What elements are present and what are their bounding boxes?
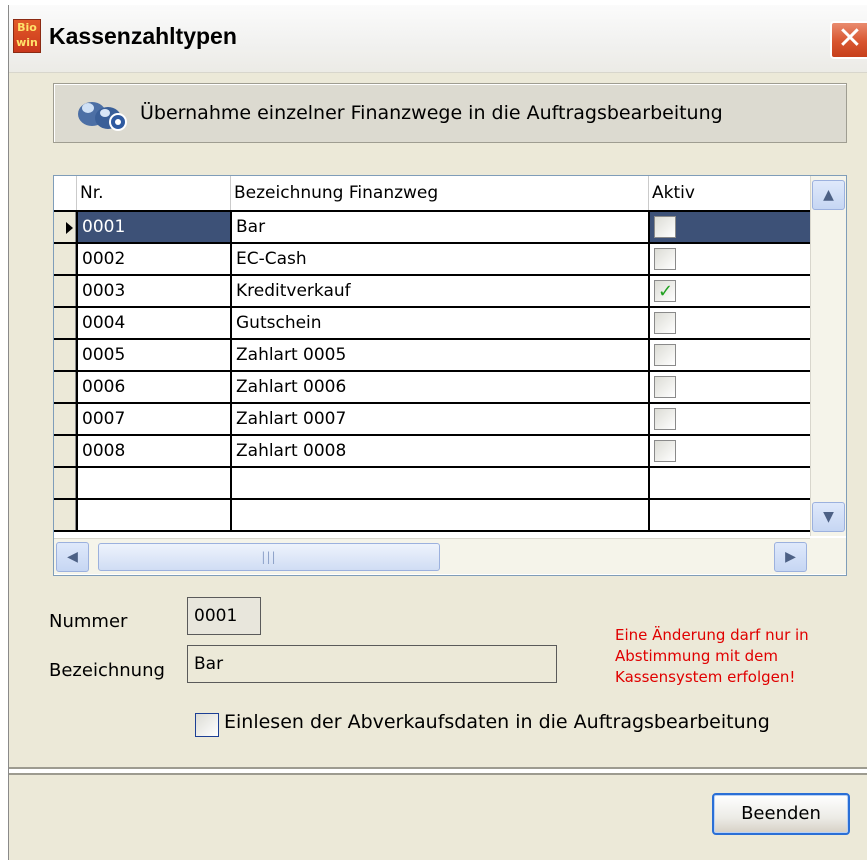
import-sales-checkbox-label[interactable]: Einlesen der Abverkaufsdaten in die Auft… [224,711,770,733]
cell-bezeichnung[interactable]: Zahlart 0008 [230,436,648,466]
cell-nr[interactable]: 0001 [76,212,230,242]
checkmark-icon: ✓ [658,281,674,302]
cell-aktiv[interactable] [648,340,810,370]
column-header-aktiv[interactable]: Aktiv [648,176,810,210]
cell-bezeichnung[interactable]: Zahlart 0005 [230,340,648,370]
column-header-bezeichnung[interactable]: Bezeichnung Finanzweg [230,176,648,210]
cell-nr[interactable]: 0008 [76,436,230,466]
table-row[interactable]: 0006 Zahlart 0006 [54,372,810,404]
cell-bezeichnung[interactable] [230,500,648,530]
cell-aktiv[interactable] [648,372,810,402]
row-indicator[interactable] [54,372,76,402]
aktiv-checkbox[interactable]: ✓ [654,280,676,302]
aktiv-checkbox[interactable] [654,344,676,366]
table-row[interactable]: 0003 Kreditverkauf ✓ [54,276,810,308]
grid-header: Nr. Bezeichnung Finanzweg Aktiv [54,176,810,212]
table-row[interactable]: 0002 EC-Cash [54,244,810,276]
cell-bezeichnung[interactable]: Kreditverkauf [230,276,648,306]
cell-bezeichnung[interactable]: Zahlart 0007 [230,404,648,434]
cell-bezeichnung[interactable] [230,468,648,498]
aktiv-checkbox[interactable] [654,216,676,238]
cell-aktiv[interactable] [648,500,810,530]
vertical-scrollbar[interactable]: ▲ ▼ [810,176,846,536]
row-indicator[interactable] [54,212,76,242]
close-button[interactable]: ✕ [830,21,867,59]
current-row-pointer-icon [66,222,73,234]
nummer-label: Nummer [49,611,128,632]
empty-table-row[interactable] [54,468,810,500]
scroll-left-button[interactable]: ◀ [56,542,89,572]
scrollbar-corner [810,538,846,574]
cell-nr[interactable]: 0005 [76,340,230,370]
table-row[interactable]: 0001 Bar [54,212,810,244]
import-sales-checkbox[interactable] [195,713,219,737]
scroll-down-button[interactable]: ▼ [812,502,845,532]
row-indicator[interactable] [54,468,76,498]
table-row[interactable]: 0007 Zahlart 0007 [54,404,810,436]
window-title: Kassenzahltypen [49,23,237,49]
cell-nr[interactable]: 0004 [76,308,230,338]
bezeichnung-label: Bezeichnung [49,660,165,681]
cell-nr[interactable] [76,500,230,530]
app-logo-icon: Bio win [13,19,41,53]
separator [9,773,867,775]
cell-bezeichnung[interactable]: Gutschein [230,308,648,338]
cell-aktiv[interactable] [648,212,810,242]
row-indicator[interactable] [54,276,76,306]
aktiv-checkbox[interactable] [654,408,676,430]
horizontal-scroll-thumb[interactable]: ||| [98,543,440,571]
cell-aktiv[interactable] [648,404,810,434]
cell-aktiv[interactable] [648,244,810,274]
row-indicator[interactable] [54,500,76,530]
row-indicator[interactable] [54,340,76,370]
column-header-nr[interactable]: Nr. [76,176,230,210]
warning-text: Eine Änderung darf nur in Abstimmung mit… [615,626,809,686]
cell-nr[interactable]: 0006 [76,372,230,402]
table-row[interactable]: 0004 Gutschein [54,308,810,340]
beenden-button[interactable]: Beenden [712,793,850,835]
row-indicator[interactable] [54,244,76,274]
table-row[interactable]: 0008 Zahlart 0008 [54,436,810,468]
aktiv-checkbox[interactable] [654,248,676,270]
cell-nr[interactable] [76,468,230,498]
banner-text: Übernahme einzelner Finanzwege in die Au… [140,102,723,124]
aktiv-checkbox[interactable] [654,440,676,462]
bezeichnung-field[interactable]: Bar [187,645,557,683]
cell-aktiv[interactable] [648,308,810,338]
row-indicator[interactable] [54,404,76,434]
cell-bezeichnung[interactable]: Bar [230,212,648,242]
table-row[interactable]: 0005 Zahlart 0005 [54,340,810,372]
nummer-field[interactable]: 0001 [187,597,261,635]
cell-aktiv[interactable] [648,468,810,498]
cell-nr[interactable]: 0003 [76,276,230,306]
users-gear-icon [78,102,127,131]
cell-aktiv[interactable] [648,436,810,466]
cell-nr[interactable]: 0002 [76,244,230,274]
aktiv-checkbox[interactable] [654,376,676,398]
dialog-window: Bio win Kassenzahltypen ✕ Übernahme einz… [8,5,867,860]
cell-bezeichnung[interactable]: EC-Cash [230,244,648,274]
aktiv-checkbox[interactable] [654,312,676,334]
info-banner: Übernahme einzelner Finanzwege in die Au… [53,83,847,143]
cell-aktiv[interactable]: ✓ [648,276,810,306]
cell-bezeichnung[interactable]: Zahlart 0006 [230,372,648,402]
empty-table-row[interactable] [54,500,810,532]
title-bar[interactable]: Bio win Kassenzahltypen ✕ [9,5,867,73]
horizontal-scrollbar[interactable]: ◀ ||| ▶ [54,538,810,574]
payment-types-grid[interactable]: Nr. Bezeichnung Finanzweg Aktiv 0001 Bar 0… [53,175,847,576]
row-indicator[interactable] [54,436,76,466]
header-indicator-cell [54,176,76,210]
scroll-up-button[interactable]: ▲ [812,180,845,210]
cell-nr[interactable]: 0007 [76,404,230,434]
row-indicator[interactable] [54,308,76,338]
scroll-right-button[interactable]: ▶ [774,542,807,572]
